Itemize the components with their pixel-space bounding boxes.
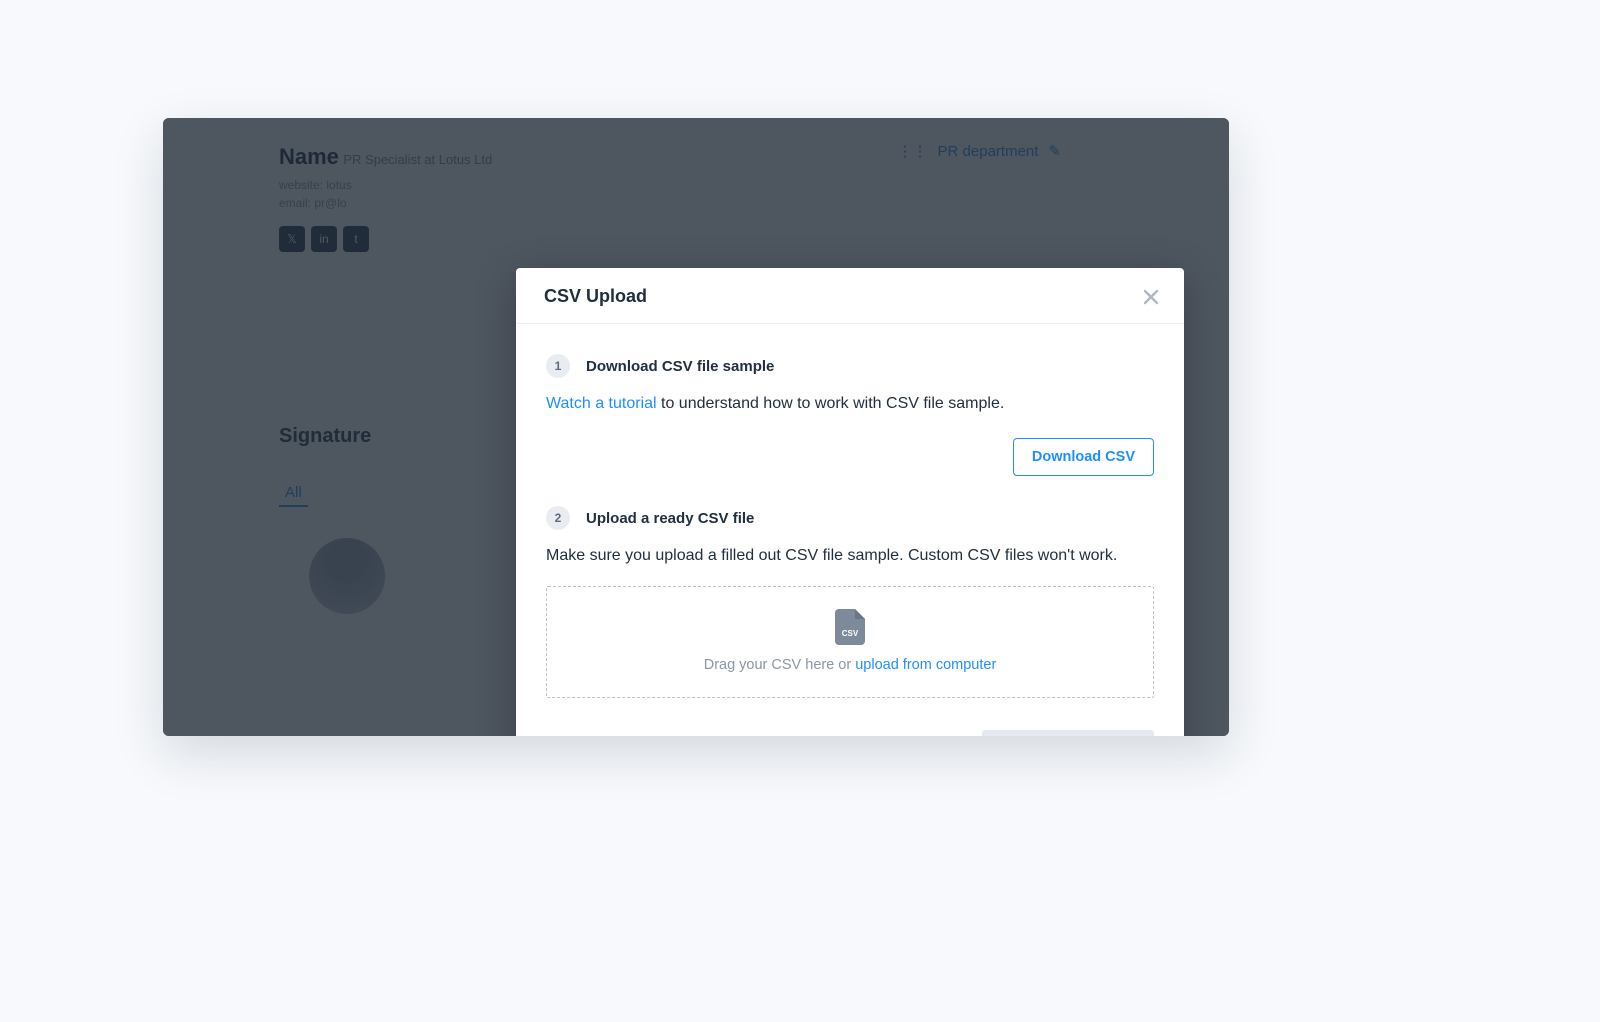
step-1-description: Watch a tutorial to understand how to wo…	[546, 392, 1154, 416]
download-csv-button[interactable]: Download CSV	[1013, 438, 1154, 476]
step-2-badge: 2	[546, 506, 570, 530]
step-1-title: Download CSV file sample	[586, 358, 774, 375]
modal-header: CSV Upload	[516, 268, 1184, 324]
modal-title: CSV Upload	[544, 286, 647, 307]
step-1-header: 1 Download CSV file sample	[546, 354, 1154, 378]
csv-file-icon: CSV	[557, 609, 1143, 645]
step-1-rest: to understand how to work with CSV file …	[657, 395, 1005, 412]
create-signatures-button[interactable]: Create Signatures	[982, 730, 1154, 736]
step-2-header: 2 Upload a ready CSV file	[546, 506, 1154, 530]
watch-tutorial-link[interactable]: Watch a tutorial	[546, 395, 657, 412]
upload-from-computer-link[interactable]: upload from computer	[855, 657, 996, 673]
step-2-description: Make sure you upload a filled out CSV fi…	[546, 544, 1154, 568]
dropzone-prefix: Drag your CSV here or	[704, 657, 856, 673]
stage: Name PR Specialist at Lotus Ltd website:…	[0, 0, 1600, 1022]
cancel-button[interactable]: Cancel	[896, 732, 957, 736]
dropzone-text: Drag your CSV here or upload from comput…	[557, 657, 1143, 673]
app-frame: Name PR Specialist at Lotus Ltd website:…	[163, 118, 1229, 736]
svg-text:CSV: CSV	[842, 629, 859, 638]
csv-upload-modal: CSV Upload 1 Download CSV file sample Wa…	[516, 268, 1184, 736]
modal-footer: Cancel Create Signatures	[516, 708, 1184, 736]
step-2-title: Upload a ready CSV file	[586, 510, 754, 527]
csv-dropzone[interactable]: CSV Drag your CSV here or upload from co…	[546, 586, 1154, 698]
step-1-badge: 1	[546, 354, 570, 378]
close-icon[interactable]	[1142, 288, 1160, 306]
modal-body: 1 Download CSV file sample Watch a tutor…	[516, 324, 1184, 708]
